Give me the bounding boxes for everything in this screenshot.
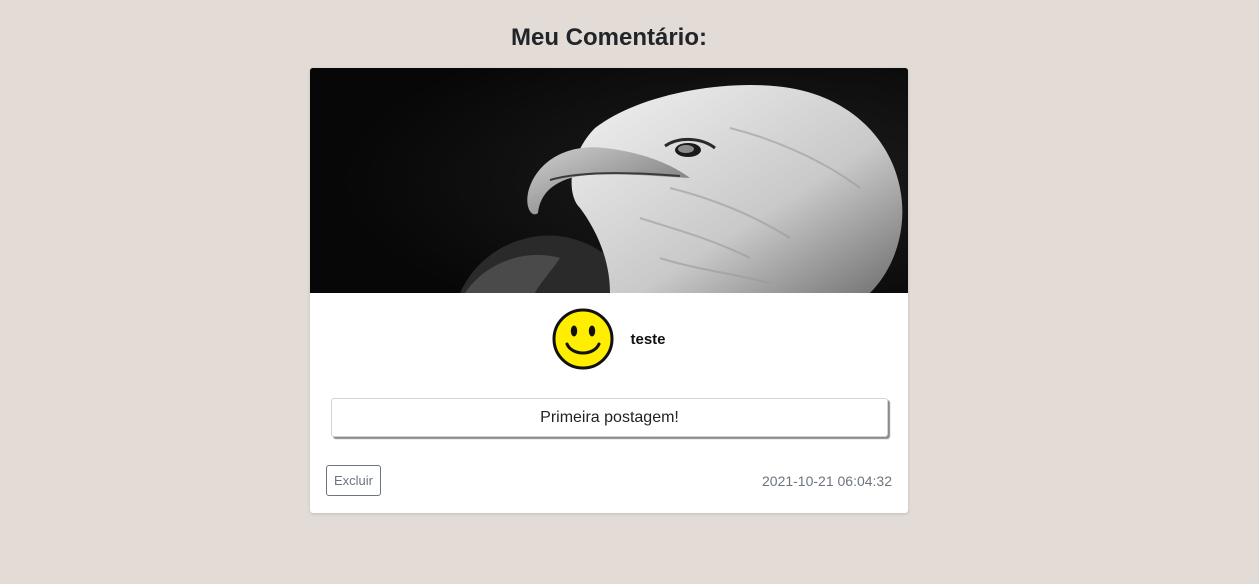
author-info: teste [310, 308, 908, 370]
smiley-face-icon [552, 308, 614, 370]
author-name: teste [630, 330, 666, 348]
delete-button[interactable]: Excluir [326, 465, 382, 496]
post-timestamp: 2021-10-21 06:04:32 [762, 473, 892, 489]
cover-image [310, 68, 908, 293]
comment-card: teste Primeira postagem! Excluir 2021-10… [310, 68, 908, 513]
page-title: Meu Comentário: [510, 24, 707, 51]
comment-text: Primeira postagem! [331, 398, 888, 437]
